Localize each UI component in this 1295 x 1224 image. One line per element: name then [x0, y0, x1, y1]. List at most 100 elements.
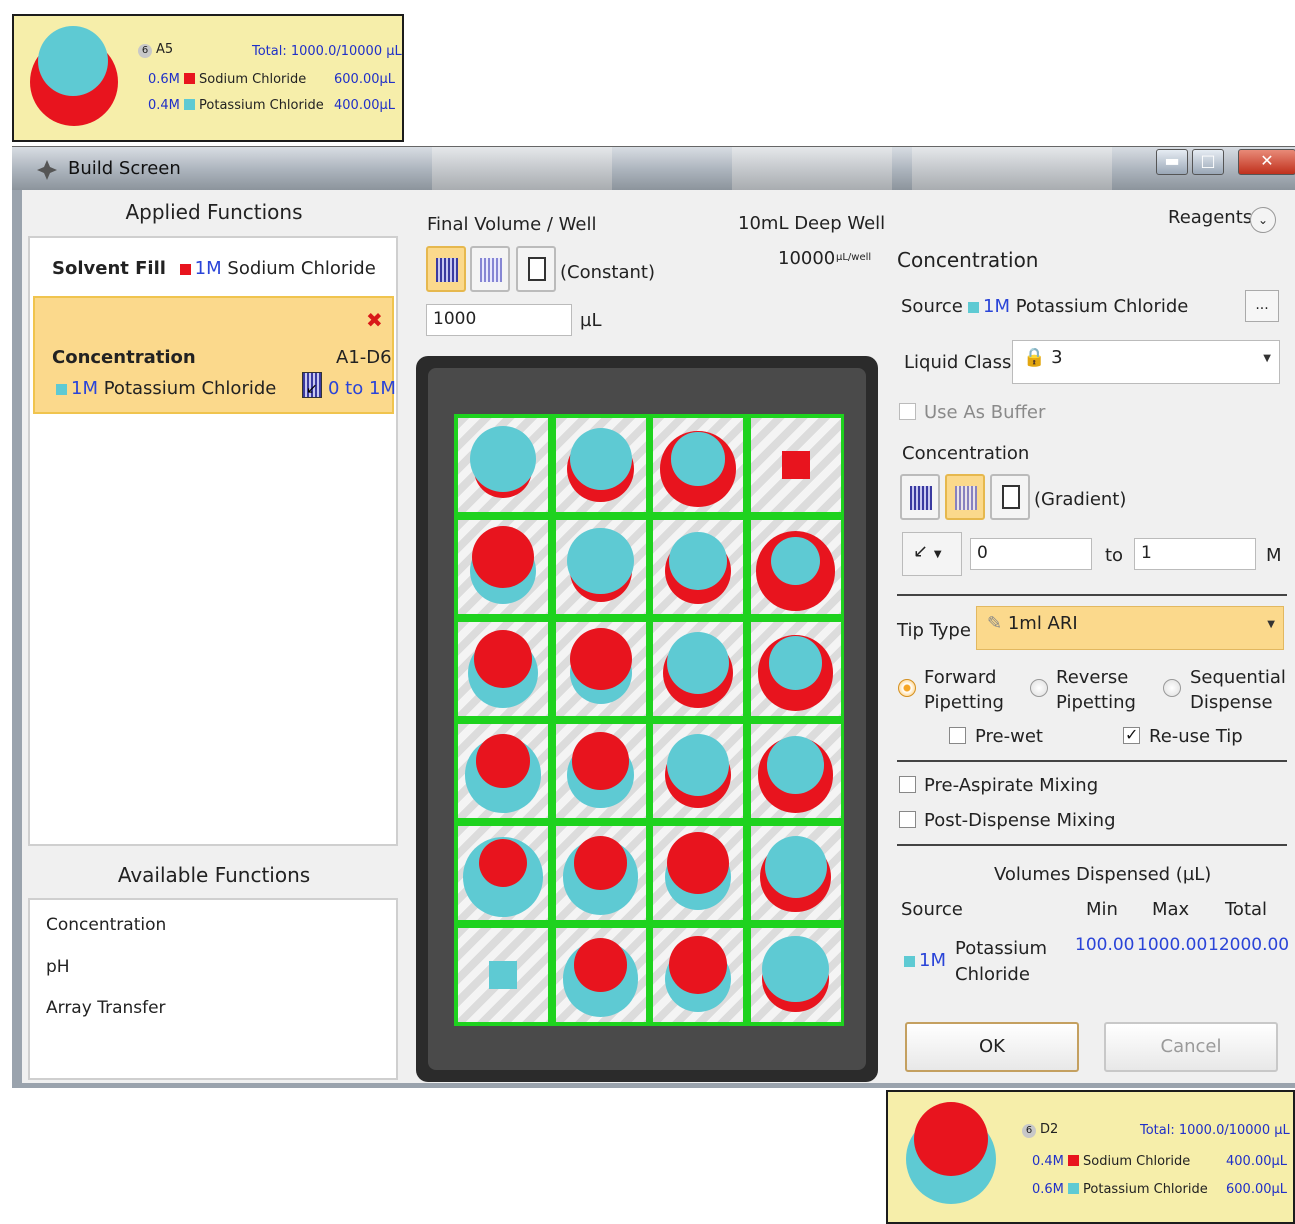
tooltip-reagent: Potassium Chloride	[1083, 1182, 1208, 1197]
use-as-buffer-checkbox[interactable]	[899, 403, 916, 420]
available-item-concentration[interactable]: Concentration	[46, 915, 166, 935]
pre-aspirate-checkbox[interactable]	[899, 776, 916, 793]
prewet-checkbox[interactable]	[949, 727, 966, 744]
tooltip-reagent: Sodium Chloride	[199, 72, 307, 87]
card-range: A1-D6	[336, 347, 392, 368]
source-reagent: Potassium Chloride	[1015, 296, 1189, 317]
count-badge: 6	[138, 44, 152, 58]
available-item-ph[interactable]: pH	[46, 957, 70, 977]
plate-well[interactable]	[555, 928, 646, 1022]
plate-well[interactable]	[653, 622, 743, 716]
constant-mode-button[interactable]	[426, 246, 466, 292]
reagents-label[interactable]: Reagents	[1168, 207, 1252, 228]
plate-well[interactable]	[750, 928, 841, 1022]
reverse-label-2: Pipetting	[1056, 692, 1136, 713]
sodium-swatch	[184, 73, 196, 84]
well-red-portion	[569, 628, 632, 690]
liquid-class-dropdown[interactable]: 🔒 3	[1012, 340, 1280, 384]
tooltip-reagent: Sodium Chloride	[1083, 1154, 1191, 1169]
minimize-button[interactable]: ▬	[1156, 149, 1188, 175]
plate-well[interactable]	[458, 826, 548, 920]
plate-well[interactable]	[458, 520, 548, 614]
plate-well[interactable]	[653, 826, 743, 920]
card-title: Concentration	[52, 347, 196, 368]
sequential-dispense-radio[interactable]	[1163, 679, 1181, 697]
gradient-from-input[interactable]: 0	[970, 538, 1092, 570]
constant-conc-button[interactable]	[900, 474, 940, 520]
gradient-label: (Gradient)	[1034, 489, 1127, 510]
tip-type-dropdown[interactable]: ✎ 1ml ARI	[976, 606, 1284, 650]
reuse-tip-checkbox[interactable]	[1123, 725, 1140, 744]
delete-icon[interactable]: ✖	[366, 308, 383, 332]
prewet-label: Pre-wet	[975, 726, 1043, 747]
potassium-swatch	[968, 302, 979, 313]
plate-well[interactable]	[555, 520, 646, 614]
plate-well[interactable]	[750, 622, 841, 716]
plate-well[interactable]	[555, 724, 646, 818]
file-mode-button[interactable]	[516, 246, 556, 292]
plate-well[interactable]	[653, 724, 743, 818]
pipette-icon: ✎	[987, 613, 1003, 634]
plate-well[interactable]	[750, 724, 841, 818]
chevron-down-icon[interactable]: ⌄	[1250, 207, 1276, 233]
plate-well[interactable]	[750, 520, 841, 614]
gradient-conc-button[interactable]	[945, 474, 985, 520]
reverse-label-1: Reverse	[1056, 667, 1129, 688]
grid-icon	[480, 258, 502, 282]
tooltip-total: Total: 1000.0/10000 µL	[1140, 1123, 1290, 1138]
plate-well[interactable]	[750, 418, 841, 512]
close-button[interactable]: ✕	[1238, 149, 1295, 175]
col-max: Max	[1152, 899, 1190, 920]
forward-label-1: Forward	[924, 667, 997, 688]
divider	[897, 594, 1287, 596]
plate-well[interactable]	[458, 418, 548, 512]
plate-well[interactable]	[458, 622, 548, 716]
liquid-class-label: Liquid Class	[904, 352, 1012, 373]
plate-well[interactable]	[458, 724, 548, 818]
column-mode-button[interactable]	[470, 246, 510, 292]
volume-input[interactable]: 1000	[426, 304, 572, 336]
potassium-swatch	[184, 99, 196, 110]
tooltip-total: Total: 1000.0/10000 µL	[252, 44, 402, 59]
plate-well[interactable]	[750, 826, 841, 920]
solvent-fill-row[interactable]: Solvent Fill 1M Sodium Chloride	[52, 258, 376, 279]
well-cyan-portion	[669, 532, 727, 590]
cancel-button[interactable]: Cancel	[1104, 1022, 1278, 1072]
plate-well[interactable]	[653, 418, 743, 512]
lock-icon: 🔒	[1023, 347, 1046, 368]
plate-well[interactable]	[653, 520, 743, 614]
well-red-portion	[573, 836, 628, 890]
ok-button[interactable]: OK	[905, 1022, 1079, 1072]
well-cyan-portion	[764, 836, 827, 898]
plate-well[interactable]	[555, 826, 646, 920]
section-title: Concentration	[897, 248, 1039, 272]
file-conc-button[interactable]	[990, 474, 1030, 520]
grid-icon	[436, 258, 458, 282]
well-square-marker	[781, 451, 810, 479]
well-cyan-portion	[567, 527, 634, 595]
plate-well[interactable]	[555, 622, 646, 716]
source-label: Source	[901, 296, 963, 317]
forward-pipetting-radio[interactable]	[898, 679, 916, 697]
available-item-array-transfer[interactable]: Array Transfer	[46, 998, 166, 1018]
reuse-tip-label: Re-use Tip	[1149, 726, 1243, 747]
post-dispense-checkbox[interactable]	[899, 811, 916, 828]
plate-well[interactable]	[653, 928, 743, 1022]
reverse-pipetting-radio[interactable]	[1030, 679, 1048, 697]
gradient-direction-dropdown[interactable]: ↙ ▼	[902, 532, 962, 576]
well-cyan-portion	[469, 425, 537, 493]
solvent-reagent: Sodium Chloride	[227, 258, 376, 279]
plate-well[interactable]	[458, 928, 548, 1022]
row-min: 100.00	[1075, 935, 1135, 955]
gradient-to-input[interactable]: 1	[1134, 538, 1256, 570]
forward-label-2: Pipetting	[924, 692, 1004, 713]
col-total: Total	[1225, 899, 1268, 920]
maximize-button[interactable]: □	[1192, 149, 1224, 175]
grid-icon	[910, 486, 932, 510]
browse-source-button[interactable]: ...	[1245, 290, 1279, 322]
window-titlebar[interactable]: Build Screen ▬ □ ✕	[12, 146, 1295, 191]
solvent-fill-label: Solvent Fill	[52, 258, 166, 279]
plate-well[interactable]	[555, 418, 646, 512]
well-cyan-portion	[671, 432, 725, 486]
document-icon	[528, 257, 546, 281]
